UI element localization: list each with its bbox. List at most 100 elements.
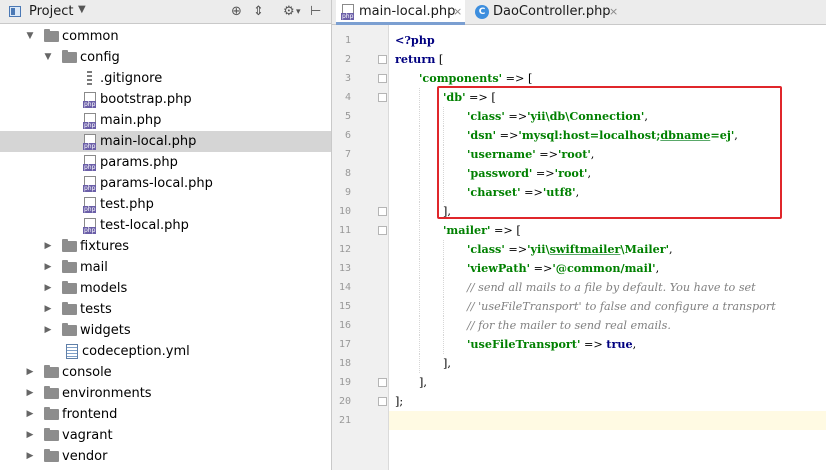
php-file-icon (83, 218, 97, 234)
collapse-all-icon[interactable]: ⇕ (253, 4, 264, 19)
fold-marker-icon[interactable] (378, 207, 387, 216)
code-text: ], (443, 357, 451, 370)
tree-item-codeception-yml[interactable]: codeception.yml (0, 341, 331, 362)
yml-file-icon (66, 344, 78, 359)
code-text: ]; (395, 395, 404, 408)
hide-panel-icon[interactable]: ⊢ (310, 4, 321, 19)
tab-main-local-php[interactable]: main-local.php × (336, 0, 465, 25)
code-line[interactable]: 'viewPath' =>'@common/mail', (389, 259, 826, 278)
tab-daocontroller-php[interactable]: C DaoController.php × (469, 0, 621, 25)
code-line[interactable]: return [ (389, 50, 826, 69)
fold-marker-icon[interactable] (378, 93, 387, 102)
folder-icon (62, 302, 77, 315)
fold-marker-icon[interactable] (378, 226, 387, 235)
settings-gear-icon[interactable]: ⚙ (283, 4, 295, 19)
folder-icon (44, 407, 59, 420)
tree-item-label: widgets (80, 323, 131, 338)
code-text: 'viewPath' =>'@common/mail', (467, 261, 660, 275)
tree-item-vagrant[interactable]: ▶ vagrant (0, 425, 331, 446)
code-line[interactable] (389, 411, 826, 430)
tree-item-mail[interactable]: ▶ mail (0, 257, 331, 278)
code-text: <?php (395, 33, 435, 47)
fold-marker-icon[interactable] (378, 55, 387, 64)
tree-item-label: frontend (62, 407, 118, 422)
tree-item-fixtures[interactable]: ▶ fixtures (0, 236, 331, 257)
folder-icon (44, 29, 59, 42)
code-text: return [ (395, 52, 444, 66)
fold-marker-icon[interactable] (378, 74, 387, 83)
tree-item-main-local-php[interactable]: main-local.php (0, 131, 331, 152)
expand-arrow-icon[interactable]: ▶ (42, 236, 54, 257)
tree-item-environments[interactable]: ▶ environments (0, 383, 331, 404)
collapse-arrow-icon[interactable]: ▼ (24, 26, 36, 47)
project-view-dropdown-icon[interactable]: ▼ (78, 4, 86, 15)
tree-item-gitignore[interactable]: .gitignore (0, 68, 331, 89)
tree-item-params-local-php[interactable]: params-local.php (0, 173, 331, 194)
tree-item-label: console (62, 365, 112, 380)
tree-item-label: params.php (100, 155, 178, 170)
editor-gutter[interactable]: 1 2 3 4 5 6 7 8 9 10 11 12 13 14 15 16 17 18 19 20 21 (332, 25, 389, 470)
fold-marker-icon[interactable] (378, 378, 387, 387)
expand-arrow-icon[interactable]: ▶ (42, 278, 54, 299)
tree-item-models[interactable]: ▶ models (0, 278, 331, 299)
tree-item-tests[interactable]: ▶ tests (0, 299, 331, 320)
tree-item-test-php[interactable]: test.php (0, 194, 331, 215)
fold-marker-icon[interactable] (378, 397, 387, 406)
tab-label: DaoController.php (493, 4, 611, 19)
settings-dropdown-icon[interactable]: ▾ (296, 7, 301, 17)
code-line[interactable]: ], (389, 373, 826, 392)
expand-arrow-icon[interactable]: ▶ (24, 362, 36, 383)
line-number: 3 (344, 73, 351, 84)
close-tab-icon[interactable]: × (453, 0, 462, 24)
code-text: 'class' =>'yii\swiftmailer\Mailer', (467, 242, 673, 256)
tree-item-label: mail (80, 260, 108, 275)
tree-item-test-local-php[interactable]: test-local.php (0, 215, 331, 236)
expand-arrow-icon[interactable]: ▶ (24, 425, 36, 446)
code-line[interactable]: // for the mailer to send real emails. (389, 316, 826, 335)
code-line[interactable]: // 'useFileTransport' to false and confi… (389, 297, 826, 316)
code-line[interactable]: 'mailer' => [ (389, 221, 826, 240)
tree-item-label: vendor (62, 449, 108, 464)
project-panel-title[interactable]: Project (29, 4, 73, 19)
line-number: 21 (338, 415, 351, 426)
collapse-arrow-icon[interactable]: ▼ (42, 47, 54, 68)
line-number: 1 (344, 35, 351, 46)
expand-arrow-icon[interactable]: ▶ (42, 320, 54, 341)
tree-item-console[interactable]: ▶ console (0, 362, 331, 383)
tree-item-label: fixtures (80, 239, 130, 254)
code-text: // 'useFileTransport' to false and confi… (467, 300, 776, 313)
tree-item-bootstrap-php[interactable]: bootstrap.php (0, 89, 331, 110)
code-line[interactable]: 'class' =>'yii\swiftmailer\Mailer', (389, 240, 826, 259)
folder-icon (44, 386, 59, 399)
tree-item-config[interactable]: ▼ config (0, 47, 331, 68)
folder-icon (44, 428, 59, 441)
tree-item-label: main-local.php (100, 134, 197, 149)
tab-label: main-local.php (359, 4, 456, 19)
php-file-icon (83, 197, 97, 213)
expand-arrow-icon[interactable]: ▶ (24, 383, 36, 404)
tree-item-widgets[interactable]: ▶ widgets (0, 320, 331, 341)
php-file-icon (341, 4, 355, 20)
tree-item-params-php[interactable]: params.php (0, 152, 331, 173)
line-number: 2 (344, 54, 351, 65)
tree-item-common[interactable]: ▼ common (0, 26, 331, 47)
gitignore-file-icon (84, 71, 96, 86)
expand-arrow-icon[interactable]: ▶ (42, 299, 54, 320)
tree-item-vendor[interactable]: ▶ vendor (0, 446, 331, 467)
code-line[interactable]: <?php (389, 31, 826, 50)
target-icon[interactable]: ⊕ (231, 4, 242, 19)
line-number: 13 (338, 263, 351, 274)
tree-item-main-php[interactable]: main.php (0, 110, 331, 131)
code-line[interactable]: ]; (389, 392, 826, 411)
code-line[interactable]: ], (389, 354, 826, 373)
project-panel-header: Project ▼ ⊕ ⇕ ⚙ ▾ ⊢ (0, 0, 331, 24)
line-number: 5 (344, 111, 351, 122)
expand-arrow-icon[interactable]: ▶ (42, 257, 54, 278)
code-line[interactable]: // send all mails to a file by default. … (389, 278, 826, 297)
tree-item-frontend[interactable]: ▶ frontend (0, 404, 331, 425)
code-line[interactable]: 'useFileTransport' => true, (389, 335, 826, 354)
expand-arrow-icon[interactable]: ▶ (24, 404, 36, 425)
line-number: 14 (338, 282, 351, 293)
expand-arrow-icon[interactable]: ▶ (24, 446, 36, 467)
close-tab-icon[interactable]: × (609, 0, 618, 24)
